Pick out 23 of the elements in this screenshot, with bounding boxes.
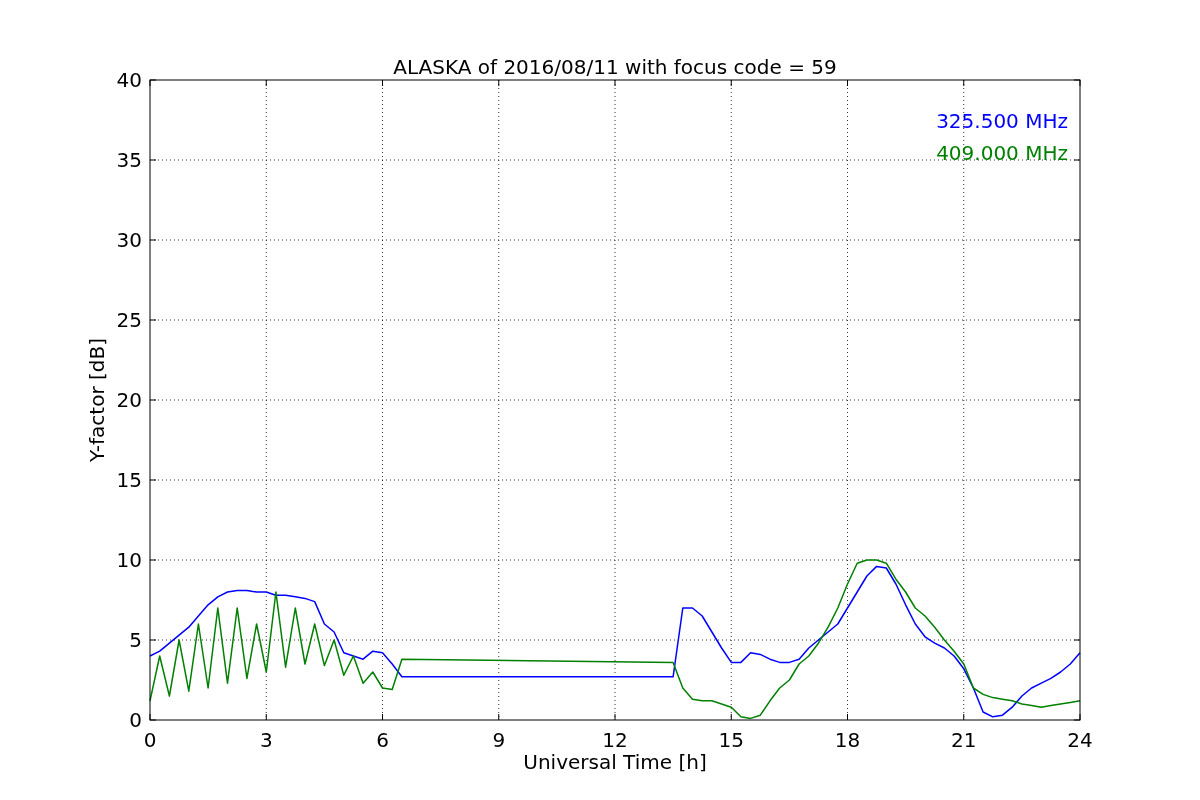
tick-label: 3 (259, 728, 273, 752)
chart-title: ALASKA of 2016/08/11 with focus code = 59 (393, 55, 837, 79)
tick-label: 5 (129, 628, 142, 652)
tick-label: 9 (492, 728, 506, 752)
tick-label: 24 (1067, 728, 1093, 752)
tick-label: 18 (834, 728, 861, 752)
axis-label: Y-factor [dB] (85, 338, 109, 462)
tick-label: 35 (116, 148, 142, 172)
tick-label: 15 (116, 468, 142, 492)
tick-label: 30 (116, 228, 142, 252)
tick-label: 0 (143, 728, 157, 752)
axis-label: Universal Time [h] (523, 750, 707, 774)
legend-label: 409.000 MHz (936, 141, 1068, 165)
tick-label: 0 (129, 708, 142, 732)
tick-label: 20 (116, 388, 142, 412)
legend-label: 325.500 MHz (936, 109, 1068, 133)
tick-label: 10 (116, 548, 142, 572)
tick-label: 12 (602, 728, 628, 752)
tick-label: 15 (718, 728, 744, 752)
tick-label: 21 (951, 728, 977, 752)
tick-label: 40 (116, 68, 142, 92)
tick-label: 6 (376, 728, 389, 752)
tick-label: 25 (116, 308, 142, 332)
